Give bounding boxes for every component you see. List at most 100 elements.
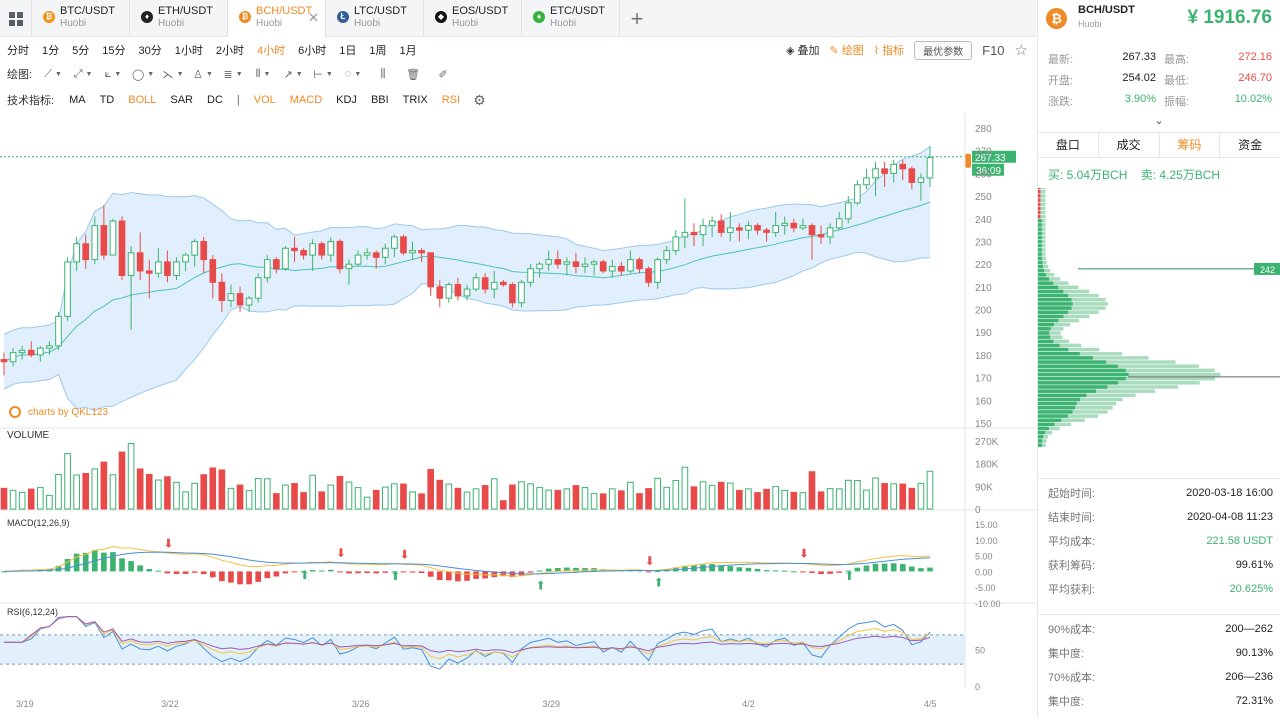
stat-row: 开盘: 254.02 最低: 246.70 [1048, 72, 1272, 93]
timeframe-item[interactable]: 1小时 [168, 42, 209, 58]
pair-tab[interactable]: ◆ EOS/USDT Huobi [424, 0, 522, 37]
macd-histogram-bar [409, 571, 416, 573]
settings-gear-icon[interactable]: ⚙ [473, 92, 486, 109]
pair-tab[interactable]: ₿ BCH/USDT Huobi ✕ [228, 0, 326, 37]
chip-bar [1038, 439, 1043, 443]
price-tick: 220 [975, 260, 992, 271]
f10-button[interactable]: F10 [982, 43, 1004, 58]
volume-bar [309, 474, 316, 510]
panel-tab[interactable]: 成交 [1099, 133, 1160, 157]
rsi-label: RSI(6,12,24) [7, 607, 58, 617]
fib-tool-icon[interactable]: ≣ ▼ [218, 68, 248, 81]
segment-tool-icon[interactable]: ⤢ ▼ [68, 68, 98, 81]
pair-tab[interactable]: ♦ ETH/USDT Huobi [130, 0, 228, 37]
indicator-item[interactable]: RSI [435, 94, 467, 106]
pair-tab[interactable]: Ł LTC/USDT Huobi [326, 0, 424, 37]
volume-bar [808, 471, 816, 510]
indicator-item[interactable]: MA [62, 94, 93, 106]
indicator-item[interactable]: BBI [364, 94, 396, 106]
price-tick: 200 [975, 306, 992, 317]
timeframe-item[interactable]: 1分 [35, 42, 65, 58]
indicator-item[interactable]: DC [200, 94, 230, 106]
info-row: 平均获利: 20.625% [1038, 577, 1280, 601]
volume-bar [527, 483, 534, 510]
chip-bar [1038, 422, 1055, 427]
indicator-item[interactable]: VOL [247, 94, 283, 106]
candle [200, 240, 208, 261]
timeframe-item[interactable]: 2小时 [209, 42, 250, 58]
indicator-item[interactable]: MACD [283, 94, 329, 106]
bar-chart-icon[interactable]: ⫼ [368, 68, 398, 81]
circle-tool-icon[interactable]: ◯ ▼ [128, 68, 158, 81]
macd-histogram-bar [128, 561, 134, 572]
candle [563, 261, 571, 265]
volume-tick: 90K [975, 482, 993, 493]
add-tab-icon[interactable]: + [620, 0, 654, 37]
panel-pair: BCH/USDT [1078, 4, 1135, 16]
timeframe-item[interactable]: 5分 [65, 42, 95, 58]
macd-tick: -10.00 [975, 599, 1001, 609]
pair-tab[interactable]: ₿ BTC/USDT Huobi [32, 0, 130, 37]
volume-bar [155, 479, 162, 510]
ray-tool-icon[interactable]: ⟀ ▼ [98, 68, 128, 81]
chip-bar [1038, 435, 1044, 439]
indicator-item[interactable]: SAR [163, 94, 200, 106]
indicator-item[interactable]: BOLL [121, 94, 163, 106]
volume-bar [608, 488, 616, 510]
timeframe-item[interactable]: 15分 [95, 42, 131, 58]
date-tick: 3/29 [543, 699, 561, 709]
close-tab-icon[interactable]: ✕ [308, 10, 319, 26]
candle [300, 250, 307, 256]
volume-bar [164, 476, 171, 510]
arrow-tool-icon[interactable]: ↗ ▼ [278, 68, 308, 81]
indicator-button[interactable]: ⌇ 指标 [874, 42, 904, 58]
timeframe-item[interactable]: 6小时 [291, 42, 332, 58]
draw-button[interactable]: ✎ 绘图 [830, 42, 864, 58]
star-icon[interactable]: ☆ [1015, 41, 1028, 59]
pattern-tool-icon[interactable]: ♙ ▼ [188, 68, 218, 81]
chart-tools: ◈ 叠加 ✎ 绘图 ⌇ 指标 最优参数 F10 ☆ [786, 38, 1028, 62]
chip-bar [1038, 335, 1051, 339]
timeframe-item[interactable]: 1日 [332, 42, 362, 58]
volume-bar [254, 478, 262, 510]
timeframe-item[interactable]: 1月 [393, 42, 423, 58]
candle [745, 225, 752, 231]
best-params-button[interactable]: 最优参数 [914, 40, 973, 60]
panel-exchange: Huobi [1078, 19, 1102, 29]
line-tool-icon[interactable]: ⟋ ▼ [38, 68, 68, 81]
measure-tool-icon[interactable]: ⊢ ▼ [308, 68, 338, 81]
info-key: 平均成本: [1048, 536, 1096, 548]
timeframe-item[interactable]: 分时 [0, 42, 35, 58]
comment-tool-icon[interactable]: ◌ ▼ [338, 68, 368, 80]
price-chart[interactable]: 267.3336:0928027026025024023022021020019… [0, 113, 1036, 718]
macd-histogram-bar [781, 570, 788, 572]
wave-tool-icon[interactable]: ⋋ ▼ [158, 68, 188, 81]
overlay-button[interactable]: ◈ 叠加 [786, 42, 819, 58]
candle [554, 259, 562, 265]
indicator-item[interactable]: TD [93, 94, 122, 106]
chart-icon: ⌇ [873, 44, 880, 57]
buy-signal-arrow-icon: ⬆ [390, 569, 400, 583]
timeframe-item[interactable]: 4小时 [250, 42, 291, 58]
volume-bar [781, 489, 789, 510]
eraser-icon[interactable]: ✐ [428, 68, 458, 81]
timeframe-item[interactable]: 1周 [362, 42, 392, 58]
expand-chevron-icon[interactable]: ⌄ [1038, 114, 1280, 130]
panel-tab[interactable]: 筹码 [1160, 133, 1221, 157]
indicator-list: MA TD BOLL SAR DC | VOL MACD KDJ BBI TRIX RSI [62, 94, 467, 106]
grid-menu-icon[interactable] [0, 0, 32, 37]
panel-tab[interactable]: 盘口 [1038, 133, 1099, 157]
gann-tool-icon[interactable]: ⦀ ▼ [248, 68, 278, 81]
volume-bar [73, 474, 80, 510]
indicator-item[interactable]: TRIX [396, 94, 435, 106]
indicator-item[interactable]: KDJ [329, 94, 364, 106]
timeframe-item[interactable]: 30分 [132, 42, 168, 58]
trash-icon[interactable]: 🗑 [398, 68, 428, 81]
candle [109, 220, 117, 256]
pair-tab[interactable]: ♦ ETC/USDT Huobi [522, 0, 620, 37]
volume-bar [917, 482, 925, 510]
panel-tab[interactable]: 资金 [1220, 133, 1280, 157]
volume-bar [681, 466, 689, 510]
macd-histogram-bar [791, 571, 797, 573]
chip-bar [1038, 360, 1107, 364]
